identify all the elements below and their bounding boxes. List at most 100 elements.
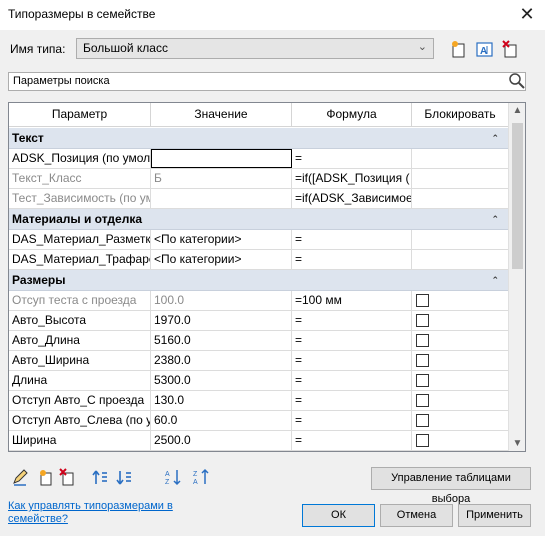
value-field[interactable]: <По категории> [151,250,292,269]
table-row[interactable]: Отступ Авто_С проезда 130.0 = [9,391,509,411]
lock-cell [412,331,509,350]
value-field[interactable] [151,189,292,208]
search-icon[interactable] [508,71,526,91]
value-field[interactable]: 100.0 [151,291,292,310]
lock-cell [412,371,509,390]
table-row[interactable]: Авто_Длина 5160.0 = [9,331,509,351]
delete-parameter-icon[interactable] [58,467,78,487]
group-title: Текст [12,131,44,145]
table-row[interactable]: ADSK_Позиция (по умол = [9,149,509,169]
table-row[interactable]: Тест_Зависимость (по ум =if(ADSK_Зависим… [9,189,509,209]
formula-field[interactable]: = [292,371,412,390]
value-field[interactable]: 2500.0 [151,431,292,450]
formula-field[interactable]: = [292,149,412,168]
apply-button[interactable]: Применить [458,504,531,527]
delete-type-icon[interactable] [500,38,522,60]
sort-ascending-icon[interactable]: A Z [164,467,184,487]
lock-checkbox[interactable] [416,374,429,387]
scroll-up-icon[interactable]: ▲ [509,105,525,116]
svg-text:A: A [193,479,198,486]
value-field[interactable]: 5160.0 [151,331,292,350]
value-field[interactable] [151,149,292,168]
formula-field[interactable]: =if([ADSK_Позиция ( [292,169,412,188]
close-button[interactable]: ✕ [515,2,539,26]
table-row[interactable]: Отсуп теста с проезда 100.0 =100 мм [9,291,509,311]
pencil-icon[interactable] [10,467,30,487]
value-field[interactable]: 2380.0 [151,351,292,370]
formula-field[interactable]: = [292,411,412,430]
lock-cell [412,411,509,430]
ok-button[interactable]: ОК [302,504,375,527]
new-type-icon[interactable] [448,38,470,60]
search-input[interactable]: Параметры поиска [8,72,526,91]
lock-checkbox[interactable] [416,314,429,327]
sort-descending-icon[interactable]: Z A [192,467,212,487]
lock-checkbox[interactable] [416,414,429,427]
collapse-icon[interactable]: ⌃ [491,209,499,230]
formula-field[interactable]: = [292,431,412,450]
formula-field[interactable]: = [292,250,412,269]
collapse-icon[interactable]: ⌃ [491,128,499,149]
column-header-parameter[interactable]: Параметр [9,103,151,127]
value-field[interactable]: Б [151,169,292,188]
param-name: Авто_Высота [9,311,151,330]
table-row[interactable]: Ширина 2500.0 = [9,431,509,451]
lock-cell [412,230,509,249]
value-field[interactable]: 1970.0 [151,311,292,330]
new-parameter-icon[interactable] [36,467,56,487]
table-row[interactable]: Отступ Авто_Слева (по у 60.0 = [9,411,509,431]
lock-checkbox[interactable] [416,434,429,447]
rename-type-icon[interactable]: A [474,38,496,60]
parameters-grid[interactable]: Параметр Значение Формула Блокировать Те… [8,102,526,452]
group-header-materials[interactable]: Материалы и отделка ⌃ [9,209,509,230]
value-field[interactable]: 60.0 [151,411,292,430]
manage-lookup-tables-button[interactable]: Управление таблицами выбора [371,467,531,505]
column-header-lock[interactable]: Блокировать [412,103,509,127]
vertical-scrollbar[interactable]: ▲ ▼ [508,103,525,451]
svg-text:A: A [480,46,487,57]
param-name: Длина [9,371,151,390]
formula-field[interactable]: = [292,351,412,370]
table-row[interactable]: DAS_Материал_Разметка <По категории> = [9,230,509,250]
lock-checkbox[interactable] [416,394,429,407]
collapse-icon[interactable]: ⌃ [491,270,499,291]
table-row[interactable]: Авто_Высота 1970.0 = [9,311,509,331]
group-header-dimensions[interactable]: Размеры ⌃ [9,270,509,291]
param-name: Отступ Авто_С проезда [9,391,151,410]
lock-cell [412,391,509,410]
lock-checkbox[interactable] [416,334,429,347]
table-row[interactable]: DAS_Материал_Трафаре <По категории> = [9,250,509,270]
param-name: Ширина [9,431,151,450]
value-field[interactable]: 130.0 [151,391,292,410]
lock-checkbox[interactable] [416,294,429,307]
formula-field[interactable]: = [292,230,412,249]
table-row[interactable]: Текст_Класс Б =if([ADSK_Позиция ( [9,169,509,189]
column-header-value[interactable]: Значение [151,103,292,127]
formula-field[interactable]: =if(ADSK_Зависимое [292,189,412,208]
param-name: Отступ Авто_Слева (по у [9,411,151,430]
cancel-button[interactable]: Отмена [380,504,453,527]
formula-field[interactable]: = [292,391,412,410]
value-field[interactable]: <По категории> [151,230,292,249]
chevron-down-icon: ⌄ [417,41,427,53]
value-field[interactable]: 5300.0 [151,371,292,390]
param-name: DAS_Материал_Разметка [9,230,151,249]
scroll-down-icon[interactable]: ▼ [509,438,525,449]
formula-field[interactable]: =100 мм [292,291,412,310]
table-row[interactable]: Длина 5300.0 = [9,371,509,391]
scrollbar-thumb[interactable] [512,123,523,269]
move-up-icon[interactable] [90,467,110,487]
svg-text:Z: Z [165,479,170,486]
formula-field[interactable]: = [292,311,412,330]
lock-checkbox[interactable] [416,354,429,367]
column-header-formula[interactable]: Формула [292,103,412,127]
param-name: DAS_Материал_Трафаре [9,250,151,269]
lock-cell [412,169,509,188]
move-down-icon[interactable] [114,467,134,487]
type-name-select[interactable]: Большой класс ⌄ [76,38,434,59]
help-link[interactable]: Как управлять типоразмерами в семействе? [8,500,208,526]
table-row[interactable]: Авто_Ширина 2380.0 = [9,351,509,371]
formula-field[interactable]: = [292,331,412,350]
param-name: Текст_Класс [9,169,151,188]
group-header-text[interactable]: Текст ⌃ [9,128,509,149]
